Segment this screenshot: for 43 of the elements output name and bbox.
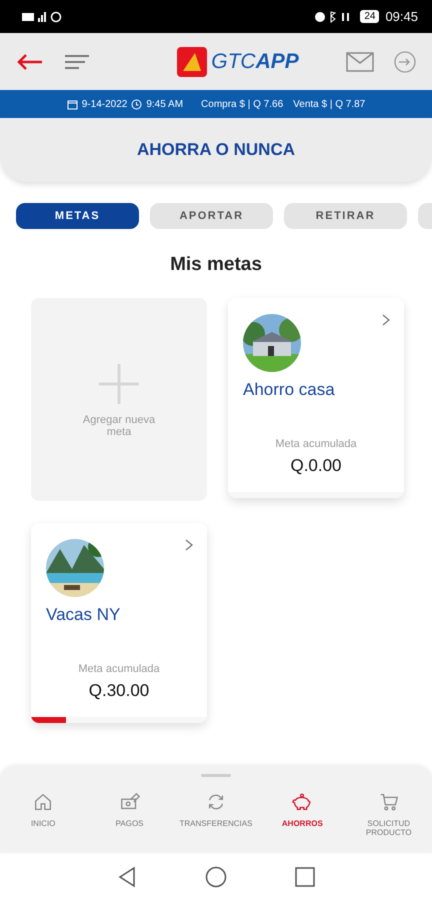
chevron-right-icon	[382, 314, 390, 326]
goal-caption: Meta acumulada	[78, 663, 160, 675]
calendar-icon	[66, 98, 78, 110]
drag-handle[interactable]	[201, 774, 231, 777]
goal-amount: Q.0.00	[290, 456, 342, 476]
buy-rate: Compra $ | Q 7.66	[201, 98, 284, 110]
plus-icon	[97, 362, 141, 406]
tab-button[interactable]: METAS	[16, 203, 139, 229]
nav-item[interactable]: SOLICITUD PRODUCTO	[346, 791, 432, 837]
time-text: 9:45 AM	[146, 98, 184, 110]
back-icon[interactable]	[117, 866, 137, 888]
nav-item[interactable]: TRANSFERENCIAS	[172, 791, 259, 837]
signal-icon	[22, 10, 62, 22]
goal-amount: Q.30.00	[88, 681, 150, 701]
piggy-bank-icon	[291, 791, 314, 813]
nav-item[interactable]: INICIO	[0, 791, 86, 837]
app-logo-text: GTCAPP	[211, 50, 299, 74]
recents-icon[interactable]	[295, 866, 315, 886]
chevron-right-icon	[185, 539, 193, 551]
battery-level: 24	[360, 10, 380, 23]
section-title: Mis metas	[170, 254, 262, 275]
nav-item[interactable]: PAGOS	[86, 791, 173, 837]
back-arrow-icon[interactable]	[16, 52, 44, 72]
home-circle-icon[interactable]	[205, 866, 227, 888]
logout-icon[interactable]	[394, 50, 416, 72]
add-goal-label: Agregar nueva meta	[82, 414, 156, 438]
nav-item[interactable]: AHORROS	[259, 791, 346, 837]
goal-card[interactable]: Vacas NY Meta acumulada Q.30.00	[31, 523, 207, 723]
sell-rate: Venta $ | Q 7.87	[293, 98, 366, 110]
page-title: AHORRA O NUNCA	[136, 140, 296, 160]
goal-card[interactable]: Ahorro casa Meta acumulada Q.0.00	[228, 298, 404, 498]
date-text: 9-14-2022	[82, 98, 128, 110]
goal-name: Vacas NY	[46, 605, 120, 625]
tab-button[interactable]: APORTAR	[150, 203, 273, 229]
goal-name: Ahorro casa	[243, 380, 335, 400]
add-goal-card[interactable]: Agregar nueva meta	[31, 298, 207, 501]
mail-icon[interactable]	[346, 52, 374, 72]
tab-button[interactable]: RETIRAR	[284, 203, 407, 229]
logo-icon	[177, 46, 208, 76]
clock: 09:45	[385, 9, 418, 24]
menu-icon[interactable]	[64, 52, 90, 70]
clock-icon	[131, 98, 142, 110]
goal-caption: Meta acumulada	[275, 438, 357, 450]
